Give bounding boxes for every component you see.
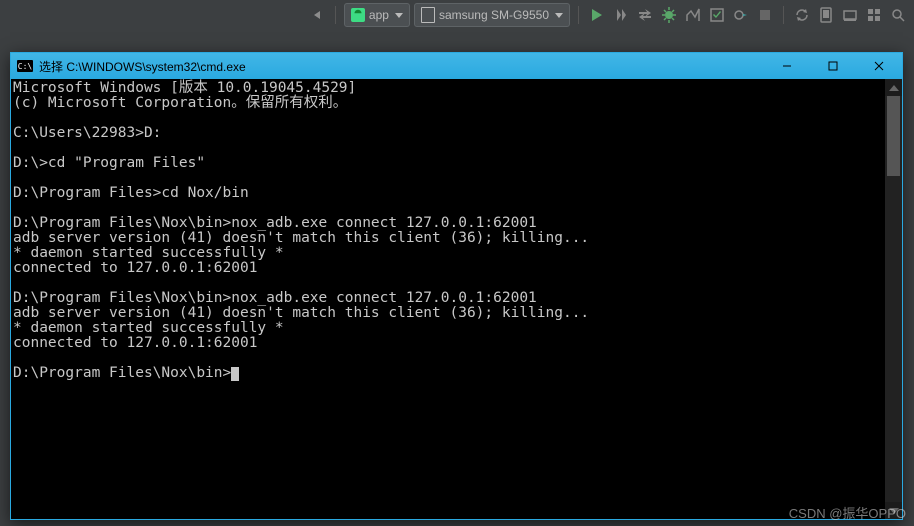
sync-button[interactable] — [792, 5, 812, 25]
cmd-title: 选择 C:\WINDOWS\system32\cmd.exe — [39, 58, 246, 75]
scroll-thumb[interactable] — [887, 96, 900, 176]
run-button[interactable] — [587, 5, 607, 25]
run-config-label: app — [369, 8, 389, 22]
android-icon — [351, 8, 365, 22]
code-swap-button[interactable] — [635, 5, 655, 25]
scroll-track[interactable] — [885, 96, 902, 502]
sdk-button[interactable] — [840, 5, 860, 25]
apply-changes-button[interactable] — [611, 5, 631, 25]
phone-icon — [421, 7, 435, 23]
avd-button[interactable] — [816, 5, 836, 25]
minimize-button[interactable] — [764, 53, 810, 79]
search-button[interactable] — [888, 5, 908, 25]
ide-toolbar: app samsung SM-G9550 — [0, 0, 914, 30]
cmd-titlebar[interactable]: C:\ 选择 C:\WINDOWS\system32\cmd.exe — [11, 53, 902, 79]
run-config-combo[interactable]: app — [344, 3, 410, 27]
chevron-down-icon — [395, 13, 403, 18]
attach-debugger-button[interactable] — [731, 5, 751, 25]
stop-button[interactable] — [755, 5, 775, 25]
device-combo[interactable]: samsung SM-G9550 — [414, 3, 570, 27]
device-label: samsung SM-G9550 — [439, 8, 549, 22]
profiler-button[interactable] — [683, 5, 703, 25]
terminal-output[interactable]: Microsoft Windows [版本 10.0.19045.4529] (… — [11, 79, 885, 519]
back-arrow-icon[interactable] — [307, 5, 327, 25]
debug-button[interactable] — [659, 5, 679, 25]
cmd-icon: C:\ — [17, 60, 33, 72]
resource-manager-button[interactable] — [864, 5, 884, 25]
scrollbar[interactable] — [885, 79, 902, 519]
coverage-button[interactable] — [707, 5, 727, 25]
terminal-cursor — [231, 367, 239, 381]
scroll-down-button[interactable] — [885, 502, 902, 519]
scroll-up-button[interactable] — [885, 79, 902, 96]
chevron-down-icon — [555, 13, 563, 18]
maximize-button[interactable] — [810, 53, 856, 79]
cmd-window: C:\ 选择 C:\WINDOWS\system32\cmd.exe Micro… — [10, 52, 903, 520]
close-button[interactable] — [856, 53, 902, 79]
